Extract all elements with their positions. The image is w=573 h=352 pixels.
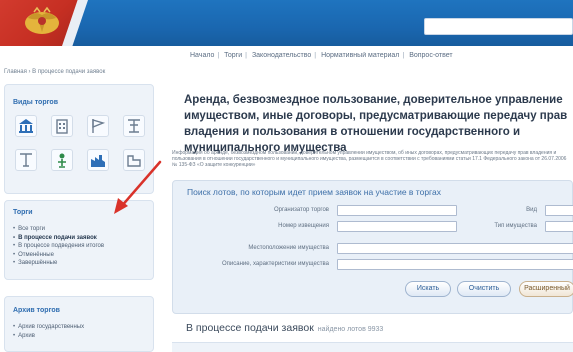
type-field[interactable]: [545, 205, 573, 216]
property-description-field[interactable]: [337, 259, 573, 270]
search-button[interactable]: Искать: [405, 281, 451, 297]
results-count: найдено лотов 9933: [317, 326, 384, 333]
search-form-title: Поиск лотов, по которым идет прием заяво…: [187, 187, 441, 197]
clear-button[interactable]: Очистить: [457, 281, 511, 297]
document-icon[interactable]: [15, 149, 37, 171]
results-table-header: [172, 342, 573, 352]
breadcrumb[interactable]: Главная › В процессе подачи заявок: [4, 69, 105, 75]
auctions-item-all[interactable]: Все торги: [13, 225, 104, 234]
property-description-label: Описание, характеристики имущества: [222, 261, 329, 267]
organizer-field[interactable]: [337, 205, 457, 216]
flag-icon[interactable]: [87, 115, 109, 137]
results-heading: В процессе подачи заявок: [186, 322, 314, 334]
archive-panel: Архив торгов Архив государственных Архив: [4, 296, 154, 352]
auctions-panel-title: Торги: [13, 209, 33, 216]
auctions-item-summing[interactable]: В процессе подведения итогов: [13, 242, 104, 251]
auctions-item-completed[interactable]: Завершённые: [13, 259, 104, 268]
page-title: Аренда, безвозмездное пользование, довер…: [184, 94, 568, 154]
person-icon[interactable]: [51, 149, 73, 171]
auctions-item-accepting[interactable]: В процессе подачи заявок: [13, 234, 104, 243]
auctions-list: Все торги В процессе подачи заявок В про…: [13, 225, 104, 268]
property-location-label: Местоположение имущества: [248, 245, 329, 251]
lot-label: Тип имущества: [494, 223, 537, 229]
topnav-item-normative[interactable]: Нормативный материал: [321, 52, 399, 59]
topnav-item-faq[interactable]: Вопрос-ответ: [409, 52, 452, 59]
property-location-field[interactable]: [337, 243, 573, 254]
archive-item-state[interactable]: Архив государственных: [13, 323, 84, 332]
extended-search-button[interactable]: Расширенный: [519, 281, 573, 297]
auctions-item-cancelled[interactable]: Отменённые: [13, 251, 104, 260]
page-description: Информация об аренде, безвозмездном поль…: [172, 150, 567, 168]
sidebar: Виды торгов Торги • Все торги • В процес…: [4, 84, 154, 352]
topnav-item-auctions[interactable]: Торги: [224, 52, 242, 59]
tools-icon[interactable]: [123, 115, 145, 137]
bank-icon[interactable]: [15, 115, 37, 137]
search-input[interactable]: [424, 18, 573, 35]
archive-panel-title: Архив торгов: [13, 307, 60, 314]
archive-item-all[interactable]: Архив: [13, 332, 84, 341]
site-header: [0, 0, 573, 46]
lot-field[interactable]: [545, 221, 573, 232]
type-label: Вид: [526, 207, 537, 213]
archive-list: Архив государственных Архив: [13, 323, 84, 340]
factory-icon[interactable]: [87, 149, 109, 171]
topnav-item-legislation[interactable]: Законодательство: [252, 52, 311, 59]
main-content: Аренда, безвозмездное пользование, довер…: [172, 84, 573, 352]
results-header: В процессе подачи заявок найдено лотов 99…: [186, 322, 383, 334]
top-navigation: Начало | Торги | Законодательство | Нормати…: [190, 52, 453, 59]
organizer-label: Организатор торгов: [274, 207, 329, 213]
topnav-item-home[interactable]: Начало: [190, 52, 214, 59]
search-form-panel: Поиск лотов, по которым идет прием заяво…: [172, 180, 573, 314]
annotation-arrow-icon: [114, 160, 162, 214]
notice-field[interactable]: [337, 221, 457, 232]
auction-types-title: Виды торгов: [13, 99, 59, 106]
building-icon[interactable]: [51, 115, 73, 137]
notice-label: Номер извещения: [278, 223, 329, 229]
coat-of-arms-logo[interactable]: [20, 6, 64, 40]
